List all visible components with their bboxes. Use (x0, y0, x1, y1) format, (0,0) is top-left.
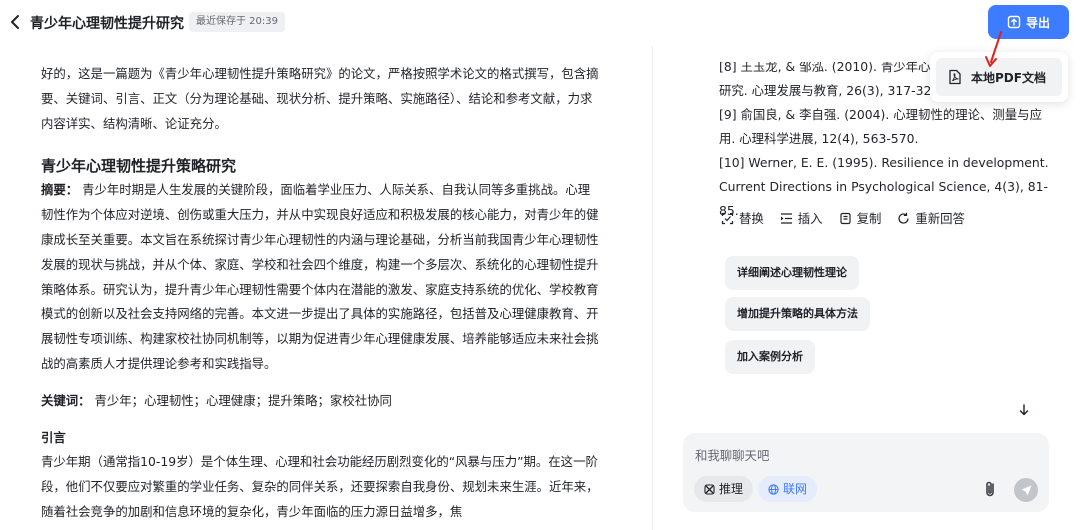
export-label: 导出 (1025, 15, 1050, 30)
chat-composer: 推理 联网 (683, 433, 1049, 512)
introduction-paragraph: 青少年期（通常指10-19岁）是个体生理、心理和社会功能经历剧烈变化的“风暴与压… (41, 454, 599, 519)
globe-icon (768, 483, 779, 495)
replace-label: 替换 (739, 211, 764, 226)
keywords-label: 关键词： (41, 392, 91, 408)
message-actions: 替换 插入 复制 重新回答 (721, 209, 965, 227)
chat-input[interactable] (695, 445, 1025, 465)
paper-title: 青少年心理韧性提升策略研究 (41, 157, 237, 176)
insert-label: 插入 (797, 211, 823, 226)
replace-button[interactable]: 替换 (721, 209, 764, 227)
reference-text: [8] 王玉龙, & 邹泓. (2010). 青少年心理 (719, 62, 943, 74)
keywords-text: 青少年；心理韧性；心理健康；提升策略；家校社协同 (90, 392, 392, 408)
reasoning-toggle[interactable]: 推理 (694, 476, 754, 502)
paperclip-icon (986, 481, 994, 497)
reasoning-label: 推理 (719, 482, 744, 496)
introduction-heading: 引言 (41, 429, 66, 445)
web-search-toggle[interactable]: 联网 (758, 476, 818, 502)
pdf-file-icon (949, 69, 961, 85)
document-title: 青少年心理韧性提升研究 (30, 16, 184, 32)
top-bar: 青少年心理韧性提升研究 最近保存于 20:39 导出 (0, 0, 1080, 46)
reference-item: [9] 俞国良, & 李自强. (2004). 心理韧性的理论、测量与应用. 心… (719, 107, 1042, 146)
insert-icon (780, 212, 792, 224)
panel-divider (652, 46, 653, 530)
export-local-pdf-label: 本地PDF文档 (971, 70, 1046, 85)
abstract-text: 青少年时期是人生发展的关键阶段，面临着学业压力、人际关系、自我认同等多重挑战。心… (41, 182, 599, 371)
copy-label: 复制 (856, 211, 882, 226)
keywords-paragraph: 关键词： 青少年；心理韧性；心理健康；提升策略；家校社协同 (41, 389, 601, 414)
abstract-label: 摘要： (41, 182, 79, 198)
export-icon (1007, 15, 1021, 29)
document-content: 好的，这是一篇题为《青少年心理韧性提升策略研究》的论文，严格按照学术论文的格式撰… (41, 62, 601, 525)
regenerate-button[interactable]: 重新回答 (897, 209, 965, 227)
arrow-down-icon (1019, 404, 1029, 416)
insert-button[interactable]: 插入 (780, 209, 823, 227)
suggestion-chip[interactable]: 详细阐述心理韧性理论 (725, 256, 859, 290)
intro-paragraph: 好的，这是一篇题为《青少年心理韧性提升策略研究》的论文，严格按照学术论文的格式撰… (41, 66, 599, 131)
send-button[interactable] (1014, 478, 1038, 502)
attach-button[interactable] (979, 478, 1001, 500)
copy-icon (839, 212, 851, 224)
suggestion-chip[interactable]: 增加提升策略的具体方法 (725, 297, 870, 331)
chevron-left-icon (11, 15, 19, 29)
save-status-badge: 最近保存于 20:39 (189, 12, 285, 32)
regenerate-label: 重新回答 (915, 211, 965, 226)
web-search-label: 联网 (783, 482, 808, 496)
replace-icon (721, 212, 734, 224)
suggestion-chip[interactable]: 加入案例分析 (725, 340, 815, 374)
back-button[interactable] (6, 10, 26, 34)
scroll-to-bottom-button[interactable] (1012, 398, 1036, 422)
reasoning-icon (704, 483, 715, 495)
send-icon (1021, 485, 1031, 495)
regenerate-icon (898, 212, 909, 224)
copy-button[interactable]: 复制 (839, 209, 882, 227)
annotation-arrow-icon (985, 31, 1002, 67)
abstract-paragraph: 摘要： 青少年时期是人生发展的关键阶段，面临着学业压力、人际关系、自我认同等多重… (41, 178, 601, 376)
